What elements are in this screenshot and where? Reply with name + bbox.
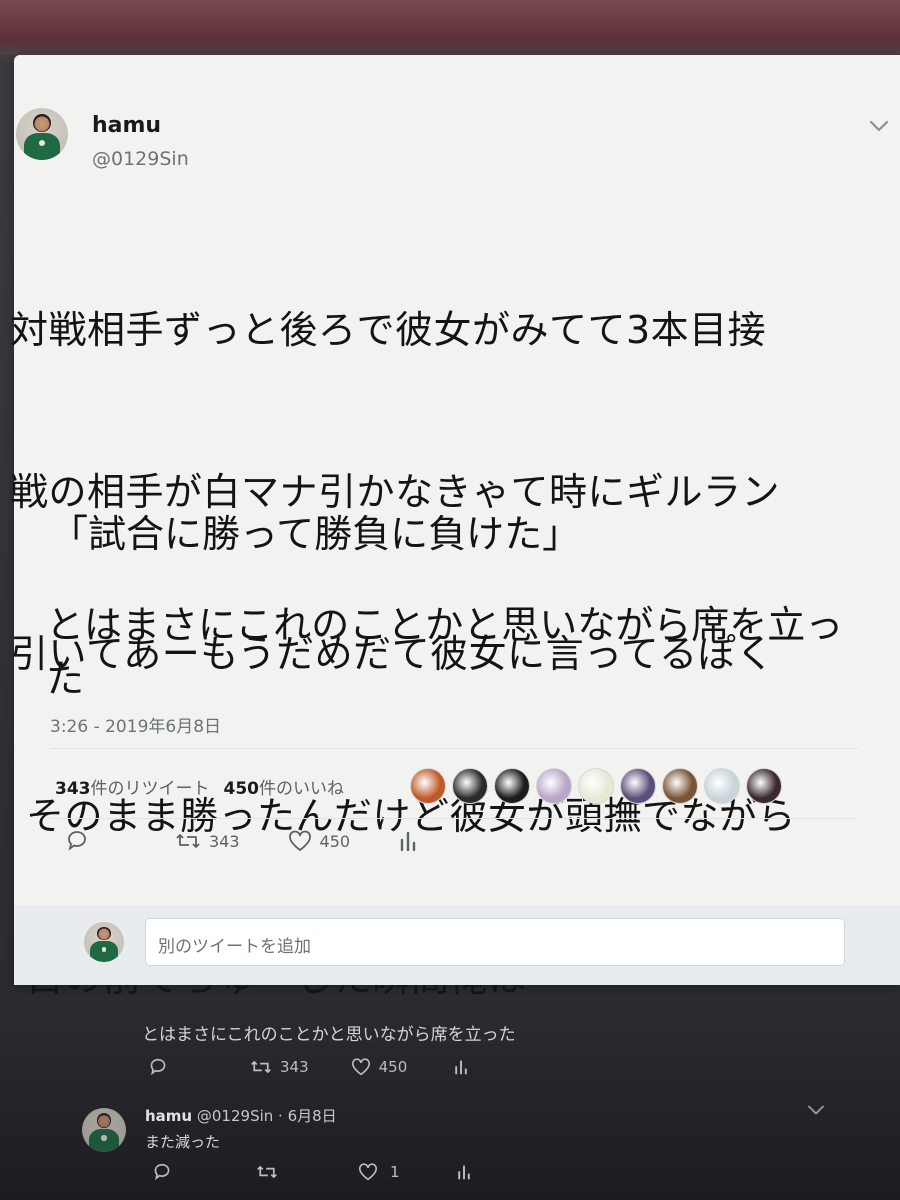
thread-author-handle[interactable]: @0129Sin xyxy=(197,1107,273,1125)
thread-tweet-text: また減った xyxy=(145,1133,221,1151)
retweet-button[interactable]: 343 xyxy=(175,831,240,851)
reply-button[interactable] xyxy=(65,830,89,852)
retweet-icon xyxy=(176,834,200,848)
tweet-tail-text: とはまさにこれのことかと思いながら席を立った xyxy=(46,603,844,701)
liker-avatar[interactable] xyxy=(620,768,656,804)
thread-retweet-count: 343 xyxy=(280,1058,309,1076)
engagement-stats: 343件のリツイート 450件のいいね xyxy=(55,774,358,799)
reply-icon[interactable] xyxy=(152,1163,172,1181)
reply-icon xyxy=(68,831,86,851)
retweet-count[interactable]: 343 xyxy=(55,779,91,799)
like-button[interactable]: 450 xyxy=(288,830,351,852)
heart-icon[interactable] xyxy=(358,1163,378,1181)
tweet-actions: 343 450 xyxy=(65,830,418,852)
liker-avatar[interactable] xyxy=(494,768,530,804)
retweet-action-count: 343 xyxy=(209,831,240,851)
current-user-avatar xyxy=(84,922,124,962)
like-count-label[interactable]: 件のいいね xyxy=(259,779,344,799)
thread-reply-text: とはまさにこれのことかと思いながら席を立った xyxy=(142,1025,516,1045)
divider xyxy=(50,818,858,819)
analytics-icon xyxy=(400,831,416,852)
liker-avatar[interactable] xyxy=(704,768,740,804)
monitor-bezel-top xyxy=(0,0,900,55)
liker-avatar[interactable] xyxy=(410,768,446,804)
like-count[interactable]: 450 xyxy=(224,779,260,799)
liker-avatar[interactable] xyxy=(536,768,572,804)
liker-avatar[interactable] xyxy=(662,768,698,804)
divider xyxy=(50,748,858,749)
tweet-quote-line: 「試合に勝って勝負に負けた」 xyxy=(50,512,581,556)
tweet-timestamp[interactable]: 3:26 - 2019年6月8日 xyxy=(50,712,221,737)
reply-icon[interactable] xyxy=(148,1058,168,1076)
tweet-text-line: 対戦相手ずっと後ろで彼女がみてて3本目接 xyxy=(10,308,767,352)
author-handle[interactable]: @0129Sin xyxy=(92,148,189,170)
heart-icon[interactable] xyxy=(351,1058,371,1076)
analytics-icon[interactable] xyxy=(453,1058,469,1076)
liker-avatar[interactable] xyxy=(452,768,488,804)
add-tweet-input[interactable]: 別のツイートを追加 xyxy=(145,918,845,966)
thread-tweet-actions: 1 xyxy=(152,1163,472,1181)
thread-author-name[interactable]: hamu xyxy=(145,1107,192,1125)
thread-author-avatar[interactable] xyxy=(82,1108,126,1152)
retweet-count-label[interactable]: 件のリツイート xyxy=(91,779,210,799)
thread-tweet-date[interactable]: · 6月8日 xyxy=(278,1107,337,1125)
analytics-icon[interactable] xyxy=(456,1163,472,1181)
like-action-count: 450 xyxy=(319,831,351,851)
analytics-button[interactable] xyxy=(398,830,418,852)
author-name[interactable]: hamu xyxy=(92,113,161,138)
thread-reply-actions: 343 450 xyxy=(148,1058,469,1076)
chevron-down-icon[interactable] xyxy=(868,118,890,134)
liker-avatars xyxy=(410,768,782,804)
chevron-down-icon[interactable] xyxy=(806,1103,826,1117)
retweet-icon[interactable] xyxy=(256,1163,278,1181)
thread-tweet-like-count: 1 xyxy=(390,1163,400,1181)
author-avatar[interactable] xyxy=(16,108,68,160)
retweet-icon[interactable] xyxy=(250,1058,272,1076)
thread-like-count: 450 xyxy=(378,1058,408,1076)
liker-avatar[interactable] xyxy=(746,768,782,804)
thread-tweet-header: hamu @0129Sin · 6月8日 xyxy=(145,1105,337,1126)
heart-icon xyxy=(288,830,311,852)
liker-avatar[interactable] xyxy=(578,768,614,804)
